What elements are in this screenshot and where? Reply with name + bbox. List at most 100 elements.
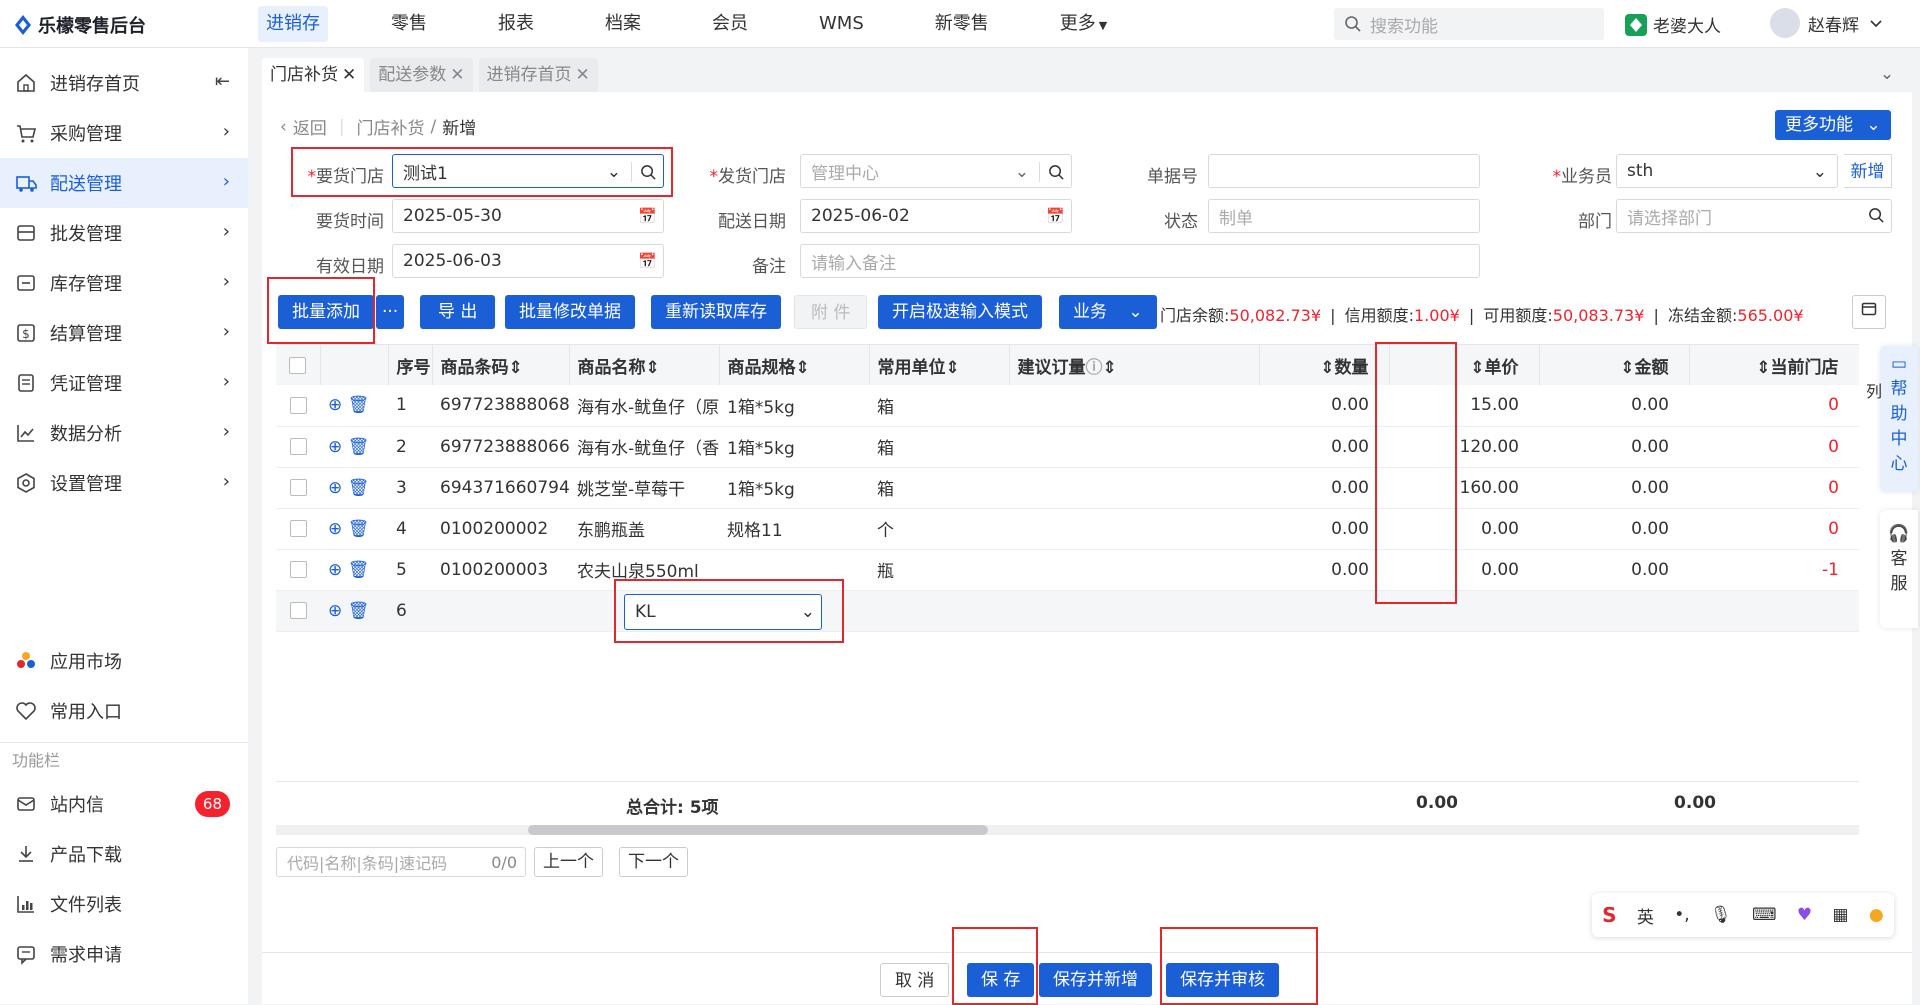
collapse-sidebar-icon[interactable]: ⇤	[215, 71, 230, 92]
row-qty[interactable]: 0.00	[1259, 426, 1389, 468]
sidebar-item-wholesale[interactable]: 批发管理 ›	[0, 208, 248, 258]
more-actions-button[interactable]: ···	[376, 295, 405, 329]
add-row-icon[interactable]: ⊕	[328, 395, 342, 415]
tab-inventory-home[interactable]: 进销存首页 ✕	[478, 58, 598, 92]
sidebar-item-inbox[interactable]: 站内信 68	[0, 779, 248, 829]
sidebar-item-favorites[interactable]: 常用入口	[0, 686, 248, 736]
row-qty[interactable]: 0.00	[1259, 467, 1389, 509]
delete-row-icon[interactable]: 🗑	[348, 478, 370, 498]
sidebar-item-purchase[interactable]: 采购管理 ›	[0, 108, 248, 158]
topnav-item-retail[interactable]: 零售	[383, 0, 435, 48]
delete-row-icon[interactable]: 🗑	[348, 437, 370, 457]
ime-logo-icon[interactable]: S	[1602, 903, 1616, 927]
select-all-checkbox[interactable]	[289, 356, 307, 374]
dept-select[interactable]: 请选择部门	[1616, 199, 1892, 233]
tab-delivery-params[interactable]: 配送参数 ✕	[370, 58, 473, 92]
qty-header[interactable]: ⇕数量	[1259, 345, 1390, 385]
sidebar-item-analytics[interactable]: 数据分析 ›	[0, 408, 248, 458]
ime-lang-toggle[interactable]: 英	[1637, 903, 1654, 928]
business-button[interactable]: 业务 ⌄	[1059, 295, 1157, 329]
sidebar-item-inventory-home[interactable]: 进销存首页 ⇤	[0, 58, 248, 108]
column-settings-button[interactable]	[1852, 295, 1886, 329]
sidebar-item-distribution[interactable]: 配送管理 ›	[0, 158, 248, 208]
suggest-header[interactable]: 建议订量ⓘ⇕	[1009, 345, 1260, 385]
reload-stock-button[interactable]: 重新读取库存	[651, 295, 781, 329]
sidebar-item-stock[interactable]: 库存管理 ›	[0, 258, 248, 308]
row-qty[interactable]: 0.00	[1259, 385, 1389, 427]
sidebar-item-settings[interactable]: 设置管理 ›	[0, 458, 248, 508]
amount-header[interactable]: ⇕金额	[1539, 345, 1690, 385]
back-link[interactable]: ‹ 返回	[280, 114, 327, 140]
add-row-icon[interactable]: ⊕	[328, 560, 342, 580]
sidebar-item-file-list[interactable]: 文件列表	[0, 879, 248, 929]
topnav-item-reports[interactable]: 报表	[490, 0, 542, 48]
close-icon[interactable]: ✕	[342, 65, 356, 85]
topnav-item-member[interactable]: 会员	[704, 0, 756, 48]
topnav-item-inventory[interactable]: 进销存	[258, 6, 328, 42]
request-time-field[interactable]: 2025-05-30 📅	[392, 199, 664, 233]
topnav-item-new-retail[interactable]: 新零售	[927, 0, 997, 48]
row-checkbox[interactable]	[289, 396, 307, 414]
next-match-button[interactable]: 下一个	[619, 847, 688, 877]
org-switcher[interactable]: 老婆大人	[1625, 12, 1721, 37]
skin-icon[interactable]: ♥	[1797, 905, 1812, 925]
breadcrumb-parent[interactable]: 门店补货	[357, 114, 425, 139]
row-checkbox[interactable]	[289, 561, 307, 578]
valid-date-field[interactable]: 2025-06-03 📅	[392, 244, 664, 278]
add-row-icon[interactable]: ⊕	[328, 437, 342, 457]
topnav-item-more[interactable]: 更多 ▼	[1052, 0, 1115, 48]
help-center-float[interactable]: ▭ 帮 助 中 心	[1880, 346, 1918, 492]
delete-row-icon[interactable]: 🗑	[348, 560, 370, 580]
batch-edit-button[interactable]: 批量修改单据	[505, 295, 635, 329]
prev-match-button[interactable]: 上一个	[534, 847, 603, 877]
add-row-icon[interactable]: ⊕	[328, 519, 342, 539]
sidebar-item-app-market[interactable]: 应用市场	[0, 636, 248, 686]
stock-header[interactable]: ⇕当前门店	[1689, 345, 1859, 385]
save-and-new-button[interactable]: 保存并新增	[1039, 963, 1152, 997]
name-header[interactable]: 商品名称⇕	[569, 345, 720, 385]
add-row-icon[interactable]: ⊕	[328, 478, 342, 498]
punctuation-icon[interactable]: •,	[1674, 905, 1689, 925]
more-functions-button[interactable]: 更多功能 ⌄	[1775, 110, 1891, 140]
delete-row-icon[interactable]: 🗑	[348, 395, 370, 415]
export-button[interactable]: 导 出	[420, 295, 496, 329]
ship-store-select[interactable]: 管理中心 ⌄	[800, 154, 1072, 188]
grid-icon[interactable]: ▦	[1832, 905, 1848, 925]
sidebar-item-download[interactable]: 产品下载	[0, 829, 248, 879]
customer-service-float[interactable]: 🎧 客 服	[1880, 510, 1918, 628]
cancel-button[interactable]: 取 消	[880, 963, 950, 997]
mascot-icon[interactable]: ●	[1869, 905, 1884, 925]
delivery-date-field[interactable]: 2025-06-02 📅	[800, 199, 1072, 233]
delete-row-icon[interactable]: 🗑	[348, 519, 370, 539]
salesman-add-link[interactable]: 新增	[1844, 154, 1892, 188]
keyboard-icon[interactable]: ⌨	[1752, 905, 1777, 925]
spec-header[interactable]: 商品规格⇕	[719, 345, 870, 385]
close-icon[interactable]: ✕	[576, 65, 590, 85]
add-row-icon[interactable]: ⊕	[328, 601, 342, 621]
row-checkbox[interactable]	[289, 438, 307, 455]
sidebar-item-voucher[interactable]: 凭证管理 ›	[0, 358, 248, 408]
barcode-header[interactable]: 商品条码⇕	[432, 345, 570, 385]
app-logo[interactable]: 乐檬零售后台	[14, 12, 146, 38]
scrollbar-thumb[interactable]	[528, 825, 988, 835]
row-checkbox[interactable]	[289, 520, 307, 537]
doc-no-field[interactable]	[1208, 154, 1480, 188]
row-checkbox[interactable]	[289, 602, 307, 619]
horizontal-scrollbar[interactable]	[276, 825, 1859, 835]
goods-lookup-input[interactable]: 代码|名称|条码|速记码 0/0	[276, 847, 526, 877]
user-menu[interactable]: 赵春辉	[1770, 8, 1883, 38]
tab-store-replenish[interactable]: 门店补货 ✕	[262, 58, 365, 92]
row-checkbox[interactable]	[289, 479, 307, 496]
unit-header[interactable]: 常用单位⇕	[869, 345, 1010, 385]
close-icon[interactable]: ✕	[450, 65, 464, 85]
salesman-select[interactable]: sth ⌄	[1616, 154, 1838, 188]
row-qty[interactable]: 0.00	[1259, 549, 1389, 591]
tabs-dropdown-icon[interactable]: ⌄	[1872, 64, 1902, 88]
search-icon[interactable]	[1868, 207, 1885, 224]
search-icon[interactable]	[1048, 164, 1065, 181]
delete-row-icon[interactable]: 🗑	[348, 601, 370, 621]
topnav-item-wms[interactable]: WMS	[811, 0, 872, 48]
fast-input-button[interactable]: 开启极速输入模式	[878, 295, 1042, 329]
global-search[interactable]: 搜索功能	[1334, 8, 1604, 40]
attachment-button[interactable]: 附 件	[794, 295, 868, 329]
